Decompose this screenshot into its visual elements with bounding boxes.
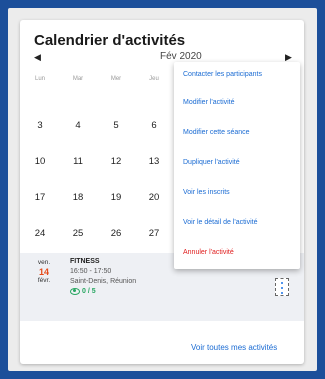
event-location: Saint-Denis, Réunion [70, 278, 137, 285]
month-label: Fév 2020 [160, 51, 202, 62]
menu-item-edit-activity[interactable]: Modifier l'activité [174, 90, 300, 116]
kebab-dot [281, 292, 283, 294]
calendar-day[interactable]: 10 [20, 156, 60, 167]
calendar-day[interactable]: 6 [134, 120, 174, 131]
event-name: FITNESS [70, 258, 100, 265]
event-details: FITNESS 16:50 - 17:50 Saint-Denis, Réuni… [70, 257, 136, 297]
calendar-day[interactable]: 17 [20, 192, 60, 203]
event-time: 16:50 - 17:50 [70, 268, 112, 275]
calendar-day[interactable]: 5 [96, 120, 136, 131]
weekday-label: Lun [34, 76, 45, 82]
more-options-button[interactable] [275, 278, 289, 296]
menu-item-view-registrants[interactable]: Voir les inscrits [174, 180, 300, 206]
event-participants: 0 / 5 [70, 287, 136, 297]
menu-item-contact-participants[interactable]: Contacter les participants [174, 62, 300, 88]
view-all-activities-link[interactable]: Voir toutes mes activités [191, 343, 277, 352]
weekday-label: Mer [110, 76, 122, 82]
calendar-day[interactable]: 4 [58, 120, 98, 131]
menu-item-duplicate-activity[interactable]: Dupliquer l'activité [174, 150, 300, 176]
weekday-label: Jeu [149, 76, 159, 82]
calendar-day[interactable]: 12 [96, 156, 136, 167]
participants-count: 0 / 5 [82, 288, 96, 295]
weekday-label: Mar [72, 76, 84, 82]
calendar-day[interactable]: 20 [134, 192, 174, 203]
prev-month-button[interactable]: ◀ [34, 52, 41, 63]
calendar-day[interactable]: 13 [134, 156, 174, 167]
event-month: févr. [37, 277, 51, 284]
activity-context-menu: Contacter les participants Modifier l'act… [174, 62, 300, 269]
calendar-day[interactable]: 24 [20, 228, 60, 239]
kebab-dot [281, 287, 283, 289]
page-title: Calendrier d'activités [34, 32, 186, 49]
calendar-day[interactable]: 25 [58, 228, 98, 239]
calendar-day[interactable]: 26 [96, 228, 136, 239]
kebab-dot [281, 282, 283, 284]
menu-item-edit-session[interactable]: Modifier cette séance [174, 120, 300, 146]
calendar-day[interactable]: 27 [134, 228, 174, 239]
event-day: 14 [38, 267, 49, 277]
calendar-day[interactable]: 19 [96, 192, 136, 203]
menu-item-view-activity-details[interactable]: Voir le détail de l'activité [174, 210, 300, 236]
menu-item-cancel-activity[interactable]: Annuler l'activité [174, 240, 300, 266]
calendar-day[interactable]: 3 [20, 120, 60, 131]
event-day-of-week: ven. [37, 259, 51, 266]
calendar-day[interactable]: 11 [58, 156, 98, 167]
eye-icon [70, 287, 80, 295]
event-date: ven. 14 févr. [20, 259, 68, 285]
calendar-day[interactable]: 18 [58, 192, 98, 203]
